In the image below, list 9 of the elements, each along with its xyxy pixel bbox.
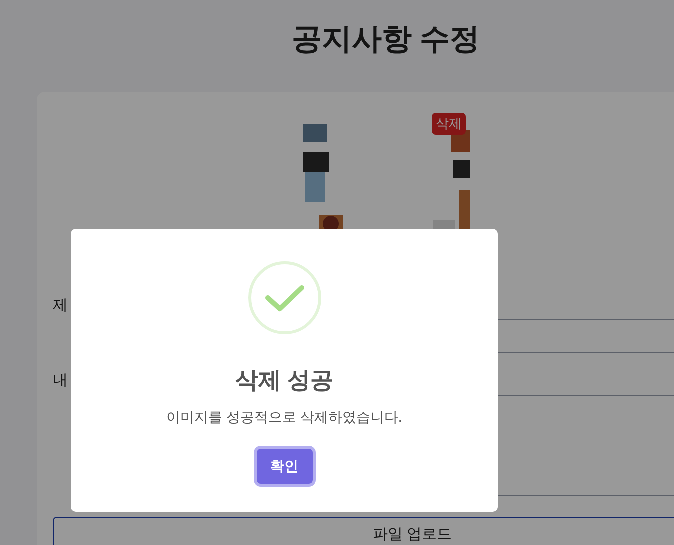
confirm-button[interactable]: 확인 <box>256 449 312 484</box>
dialog-title: 삭제 성공 <box>235 366 334 395</box>
upload-button[interactable]: 파일 업로드 <box>53 517 674 545</box>
dialog-message: 이미지를 성공적으로 삭제하였습니다. <box>166 408 402 427</box>
check-icon <box>248 261 322 335</box>
delete-button[interactable]: 삭제 <box>432 113 466 134</box>
page-title: 공지사항 수정 <box>290 22 482 58</box>
field-label: 내 <box>53 371 68 391</box>
field-label: 제 <box>53 296 68 316</box>
